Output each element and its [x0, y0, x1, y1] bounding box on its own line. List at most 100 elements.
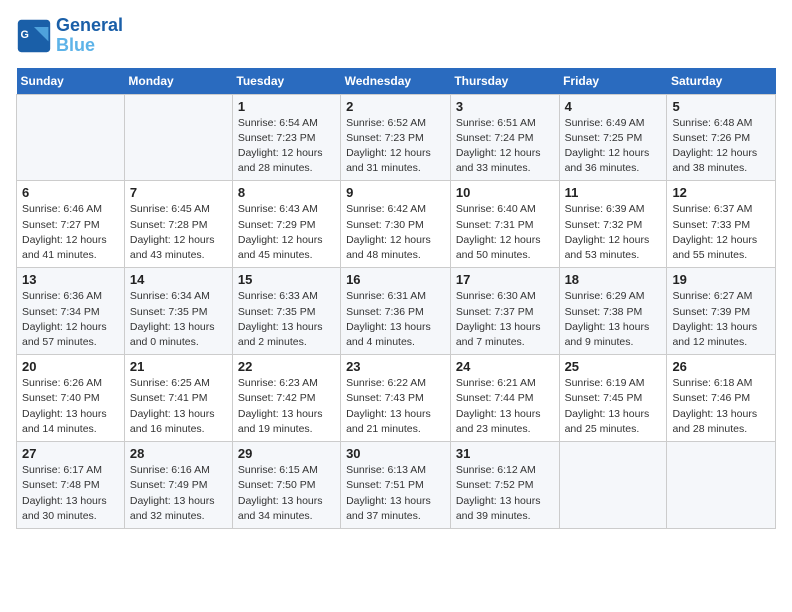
- calendar-cell: 13 Sunrise: 6:36 AMSunset: 7:34 PMDayligh…: [17, 268, 125, 355]
- day-info: Sunrise: 6:19 AMSunset: 7:45 PMDaylight:…: [565, 376, 662, 437]
- day-info: Sunrise: 6:15 AMSunset: 7:50 PMDaylight:…: [238, 463, 335, 524]
- day-info: Sunrise: 6:25 AMSunset: 7:41 PMDaylight:…: [130, 376, 227, 437]
- day-number: 12: [672, 185, 770, 200]
- day-number: 3: [456, 99, 554, 114]
- day-info: Sunrise: 6:46 AMSunset: 7:27 PMDaylight:…: [22, 202, 119, 263]
- day-header-sunday: Sunday: [17, 68, 125, 95]
- day-info: Sunrise: 6:43 AMSunset: 7:29 PMDaylight:…: [238, 202, 335, 263]
- calendar-cell: [667, 442, 776, 529]
- day-header-friday: Friday: [559, 68, 667, 95]
- day-info: Sunrise: 6:16 AMSunset: 7:49 PMDaylight:…: [130, 463, 227, 524]
- calendar-week-row: 20 Sunrise: 6:26 AMSunset: 7:40 PMDayligh…: [17, 355, 776, 442]
- day-number: 25: [565, 359, 662, 374]
- calendar-cell: 26 Sunrise: 6:18 AMSunset: 7:46 PMDayligh…: [667, 355, 776, 442]
- calendar-cell: [559, 442, 667, 529]
- day-info: Sunrise: 6:40 AMSunset: 7:31 PMDaylight:…: [456, 202, 554, 263]
- day-number: 23: [346, 359, 445, 374]
- calendar-cell: 5 Sunrise: 6:48 AMSunset: 7:26 PMDaylight…: [667, 94, 776, 181]
- day-info: Sunrise: 6:29 AMSunset: 7:38 PMDaylight:…: [565, 289, 662, 350]
- day-number: 22: [238, 359, 335, 374]
- calendar-week-row: 13 Sunrise: 6:36 AMSunset: 7:34 PMDayligh…: [17, 268, 776, 355]
- calendar-cell: [17, 94, 125, 181]
- day-number: 26: [672, 359, 770, 374]
- day-number: 30: [346, 446, 445, 461]
- day-number: 31: [456, 446, 554, 461]
- day-number: 29: [238, 446, 335, 461]
- day-info: Sunrise: 6:54 AMSunset: 7:23 PMDaylight:…: [238, 116, 335, 177]
- page-header: G General Blue: [16, 16, 776, 56]
- calendar-cell: 15 Sunrise: 6:33 AMSunset: 7:35 PMDayligh…: [232, 268, 340, 355]
- day-number: 27: [22, 446, 119, 461]
- day-info: Sunrise: 6:12 AMSunset: 7:52 PMDaylight:…: [456, 463, 554, 524]
- day-header-monday: Monday: [124, 68, 232, 95]
- calendar-cell: 24 Sunrise: 6:21 AMSunset: 7:44 PMDayligh…: [450, 355, 559, 442]
- calendar-cell: 17 Sunrise: 6:30 AMSunset: 7:37 PMDayligh…: [450, 268, 559, 355]
- day-header-thursday: Thursday: [450, 68, 559, 95]
- calendar-cell: 19Sunrise: 6:27 AMSunset: 7:39 PMDayligh…: [667, 268, 776, 355]
- day-number: 11: [565, 185, 662, 200]
- day-number: 13: [22, 272, 119, 287]
- day-number: 6: [22, 185, 119, 200]
- day-header-wednesday: Wednesday: [341, 68, 451, 95]
- day-number: 17: [456, 272, 554, 287]
- calendar-cell: 10 Sunrise: 6:40 AMSunset: 7:31 PMDayligh…: [450, 181, 559, 268]
- svg-text:G: G: [21, 29, 29, 41]
- calendar-cell: 30Sunrise: 6:13 AMSunset: 7:51 PMDayligh…: [341, 442, 451, 529]
- day-info: Sunrise: 6:45 AMSunset: 7:28 PMDaylight:…: [130, 202, 227, 263]
- calendar-cell: 6 Sunrise: 6:46 AMSunset: 7:27 PMDaylight…: [17, 181, 125, 268]
- day-header-tuesday: Tuesday: [232, 68, 340, 95]
- calendar-cell: 1 Sunrise: 6:54 AMSunset: 7:23 PMDaylight…: [232, 94, 340, 181]
- calendar-header-row: SundayMondayTuesdayWednesdayThursdayFrid…: [17, 68, 776, 95]
- day-info: Sunrise: 6:48 AMSunset: 7:26 PMDaylight:…: [672, 116, 770, 177]
- day-info: Sunrise: 6:26 AMSunset: 7:40 PMDaylight:…: [22, 376, 119, 437]
- day-info: Sunrise: 6:17 AMSunset: 7:48 PMDaylight:…: [22, 463, 119, 524]
- day-number: 19: [672, 272, 770, 287]
- logo-text: General Blue: [56, 16, 123, 56]
- calendar-cell: 7 Sunrise: 6:45 AMSunset: 7:28 PMDaylight…: [124, 181, 232, 268]
- day-number: 1: [238, 99, 335, 114]
- day-info: Sunrise: 6:49 AMSunset: 7:25 PMDaylight:…: [565, 116, 662, 177]
- day-info: Sunrise: 6:33 AMSunset: 7:35 PMDaylight:…: [238, 289, 335, 350]
- day-info: Sunrise: 6:31 AMSunset: 7:36 PMDaylight:…: [346, 289, 445, 350]
- day-number: 8: [238, 185, 335, 200]
- day-number: 24: [456, 359, 554, 374]
- day-info: Sunrise: 6:36 AMSunset: 7:34 PMDaylight:…: [22, 289, 119, 350]
- day-info: Sunrise: 6:52 AMSunset: 7:23 PMDaylight:…: [346, 116, 445, 177]
- calendar-cell: 9 Sunrise: 6:42 AMSunset: 7:30 PMDaylight…: [341, 181, 451, 268]
- calendar-cell: 25 Sunrise: 6:19 AMSunset: 7:45 PMDayligh…: [559, 355, 667, 442]
- day-number: 4: [565, 99, 662, 114]
- calendar-cell: [124, 94, 232, 181]
- day-number: 9: [346, 185, 445, 200]
- day-info: Sunrise: 6:23 AMSunset: 7:42 PMDaylight:…: [238, 376, 335, 437]
- calendar-cell: 22 Sunrise: 6:23 AMSunset: 7:42 PMDayligh…: [232, 355, 340, 442]
- day-number: 10: [456, 185, 554, 200]
- calendar-cell: 28 Sunrise: 6:16 AMSunset: 7:49 PMDayligh…: [124, 442, 232, 529]
- day-info: Sunrise: 6:18 AMSunset: 7:46 PMDaylight:…: [672, 376, 770, 437]
- calendar-cell: 31 Sunrise: 6:12 AMSunset: 7:52 PMDayligh…: [450, 442, 559, 529]
- calendar-cell: 3 Sunrise: 6:51 AMSunset: 7:24 PMDaylight…: [450, 94, 559, 181]
- calendar-cell: 27 Sunrise: 6:17 AMSunset: 7:48 PMDayligh…: [17, 442, 125, 529]
- day-info: Sunrise: 6:22 AMSunset: 7:43 PMDaylight:…: [346, 376, 445, 437]
- day-number: 20: [22, 359, 119, 374]
- day-info: Sunrise: 6:39 AMSunset: 7:32 PMDaylight:…: [565, 202, 662, 263]
- day-info: Sunrise: 6:21 AMSunset: 7:44 PMDaylight:…: [456, 376, 554, 437]
- calendar-cell: 29 Sunrise: 6:15 AMSunset: 7:50 PMDayligh…: [232, 442, 340, 529]
- day-header-saturday: Saturday: [667, 68, 776, 95]
- calendar-cell: 14 Sunrise: 6:34 AMSunset: 7:35 PMDayligh…: [124, 268, 232, 355]
- day-info: Sunrise: 6:34 AMSunset: 7:35 PMDaylight:…: [130, 289, 227, 350]
- day-info: Sunrise: 6:42 AMSunset: 7:30 PMDaylight:…: [346, 202, 445, 263]
- day-info: Sunrise: 6:30 AMSunset: 7:37 PMDaylight:…: [456, 289, 554, 350]
- day-number: 5: [672, 99, 770, 114]
- day-number: 14: [130, 272, 227, 287]
- day-info: Sunrise: 6:37 AMSunset: 7:33 PMDaylight:…: [672, 202, 770, 263]
- day-number: 15: [238, 272, 335, 287]
- calendar-week-row: 1 Sunrise: 6:54 AMSunset: 7:23 PMDaylight…: [17, 94, 776, 181]
- day-number: 7: [130, 185, 227, 200]
- day-info: Sunrise: 6:51 AMSunset: 7:24 PMDaylight:…: [456, 116, 554, 177]
- day-number: 28: [130, 446, 227, 461]
- calendar-cell: 23 Sunrise: 6:22 AMSunset: 7:43 PMDayligh…: [341, 355, 451, 442]
- day-number: 21: [130, 359, 227, 374]
- calendar-cell: 18Sunrise: 6:29 AMSunset: 7:38 PMDayligh…: [559, 268, 667, 355]
- day-number: 16: [346, 272, 445, 287]
- calendar-cell: 21 Sunrise: 6:25 AMSunset: 7:41 PMDayligh…: [124, 355, 232, 442]
